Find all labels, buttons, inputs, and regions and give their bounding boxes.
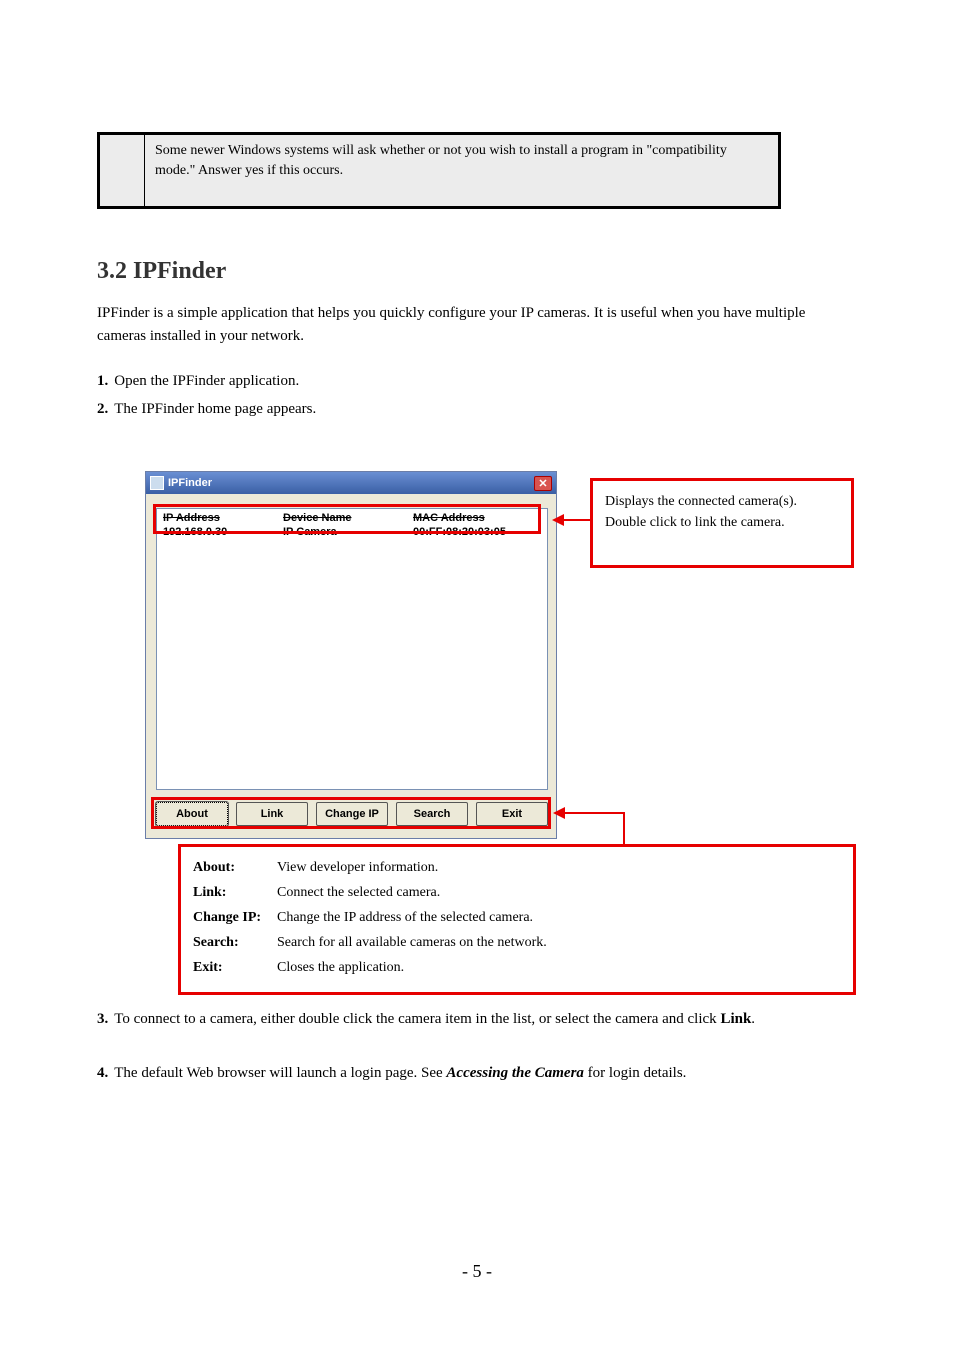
section-title: 3.2 IPFinder — [97, 258, 226, 285]
callout-exit-label: Exit: — [193, 957, 277, 978]
step-1-num: 1. — [97, 373, 108, 389]
step-2: 2. The IPFinder home page appears. — [97, 398, 857, 421]
highlight-buttons — [151, 797, 551, 829]
device-list: IP Address Device Name MAC Address 192.1… — [156, 508, 548, 790]
callout-line-bot-h — [565, 812, 625, 814]
callout-buttons: About: View developer information. Link:… — [178, 844, 856, 995]
callout-link-label: Link: — [193, 882, 277, 903]
callout-exit: Exit: Closes the application. — [193, 957, 841, 978]
callout-about-label: About: — [193, 857, 277, 878]
note-box: Some newer Windows systems will ask whet… — [97, 132, 781, 209]
callout-changeip-label: Change IP: — [193, 907, 277, 928]
step-3-a: To connect to a camera, either double cl… — [114, 1011, 720, 1027]
callout-link: Link: Connect the selected camera. — [193, 882, 841, 903]
callout-device-list: Displays the connected camera(s). Double… — [590, 478, 854, 568]
callout-link-desc: Connect the selected camera. — [277, 882, 841, 903]
arrow-left-icon — [553, 807, 565, 819]
step-4-num: 4. — [97, 1065, 108, 1081]
close-icon[interactable]: ✕ — [534, 476, 552, 491]
callout-line-top — [564, 519, 590, 521]
callout-about: About: View developer information. — [193, 857, 841, 878]
highlight-device-row — [153, 504, 541, 534]
step-1-text: Open the IPFinder application. — [114, 373, 299, 389]
callout-search: Search: Search for all available cameras… — [193, 932, 841, 953]
step-2-text: The IPFinder home page appears. — [114, 401, 316, 417]
step-4: 4. The default Web browser will launch a … — [97, 1062, 857, 1085]
page-number: - 5 - — [0, 1261, 954, 1282]
arrow-left-icon — [552, 514, 564, 526]
step-1: 1. Open the IPFinder application. — [97, 370, 857, 393]
callout-line-bot-v — [623, 812, 625, 844]
note-text: Some newer Windows systems will ask whet… — [145, 135, 778, 188]
intro-paragraph: IPFinder is a simple application that he… — [97, 302, 857, 349]
callout-search-label: Search: — [193, 932, 277, 953]
step-3-num: 3. — [97, 1011, 108, 1027]
note-icon — [100, 135, 145, 206]
callout-changeip-desc: Change the IP address of the selected ca… — [277, 907, 841, 928]
step-4-a: The default Web browser will launch a lo… — [114, 1065, 446, 1081]
callout-top-line2: Double click to link the camera. — [605, 512, 839, 533]
step-3-b: Link — [720, 1011, 751, 1027]
step-4-b: Accessing the Camera — [446, 1065, 584, 1081]
ipfinder-title: IPFinder — [168, 477, 212, 489]
callout-changeip: Change IP: Change the IP address of the … — [193, 907, 841, 928]
step-3: 3. To connect to a camera, either double … — [97, 1008, 857, 1031]
app-icon — [150, 476, 164, 490]
callout-search-desc: Search for all available cameras on the … — [277, 932, 841, 953]
ipfinder-titlebar: IPFinder ✕ — [146, 472, 556, 494]
callout-top-line1: Displays the connected camera(s). — [605, 491, 839, 512]
step-4-c: for login details. — [584, 1065, 686, 1081]
step-2-num: 2. — [97, 401, 108, 417]
callout-exit-desc: Closes the application. — [277, 957, 841, 978]
step-3-c: . — [751, 1011, 755, 1027]
callout-about-desc: View developer information. — [277, 857, 841, 878]
